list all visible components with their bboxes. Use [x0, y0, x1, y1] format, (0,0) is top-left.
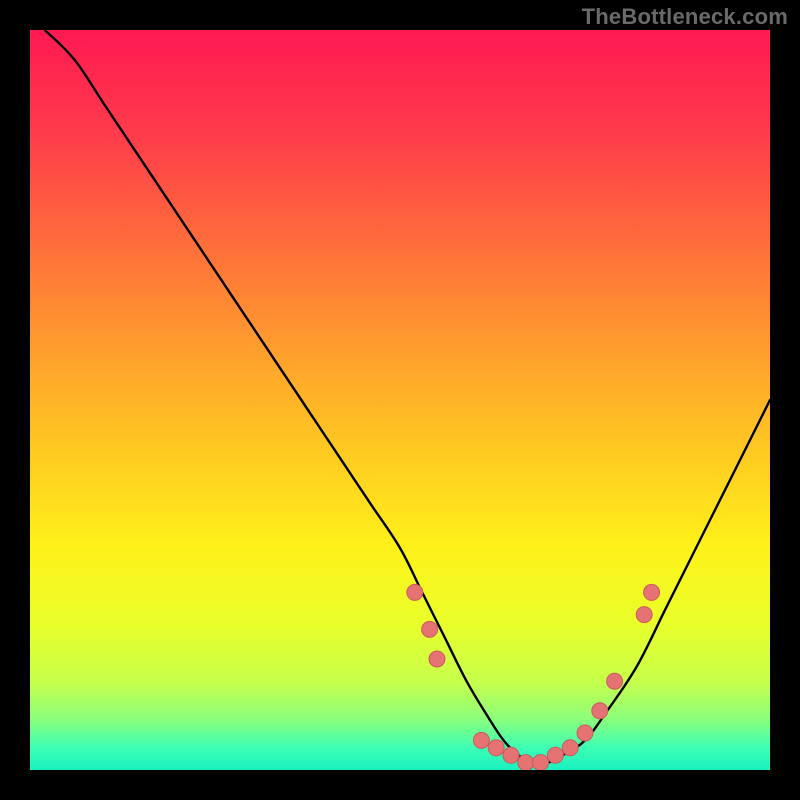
bottleneck-curve [45, 30, 770, 764]
curve-path [45, 30, 770, 764]
data-point [422, 621, 438, 637]
data-point-markers [407, 584, 660, 770]
data-point [607, 673, 623, 689]
data-point [547, 747, 563, 763]
data-point [488, 740, 504, 756]
data-point [636, 607, 652, 623]
data-point [429, 651, 445, 667]
data-point [503, 747, 519, 763]
chart-plot-area [30, 30, 770, 770]
data-point [562, 740, 578, 756]
data-point [644, 584, 660, 600]
chart-svg [30, 30, 770, 770]
data-point [533, 755, 549, 770]
data-point [592, 703, 608, 719]
data-point [577, 725, 593, 741]
data-point [407, 584, 423, 600]
data-point [518, 755, 534, 770]
data-point [473, 732, 489, 748]
watermark-text: TheBottleneck.com [582, 4, 788, 30]
